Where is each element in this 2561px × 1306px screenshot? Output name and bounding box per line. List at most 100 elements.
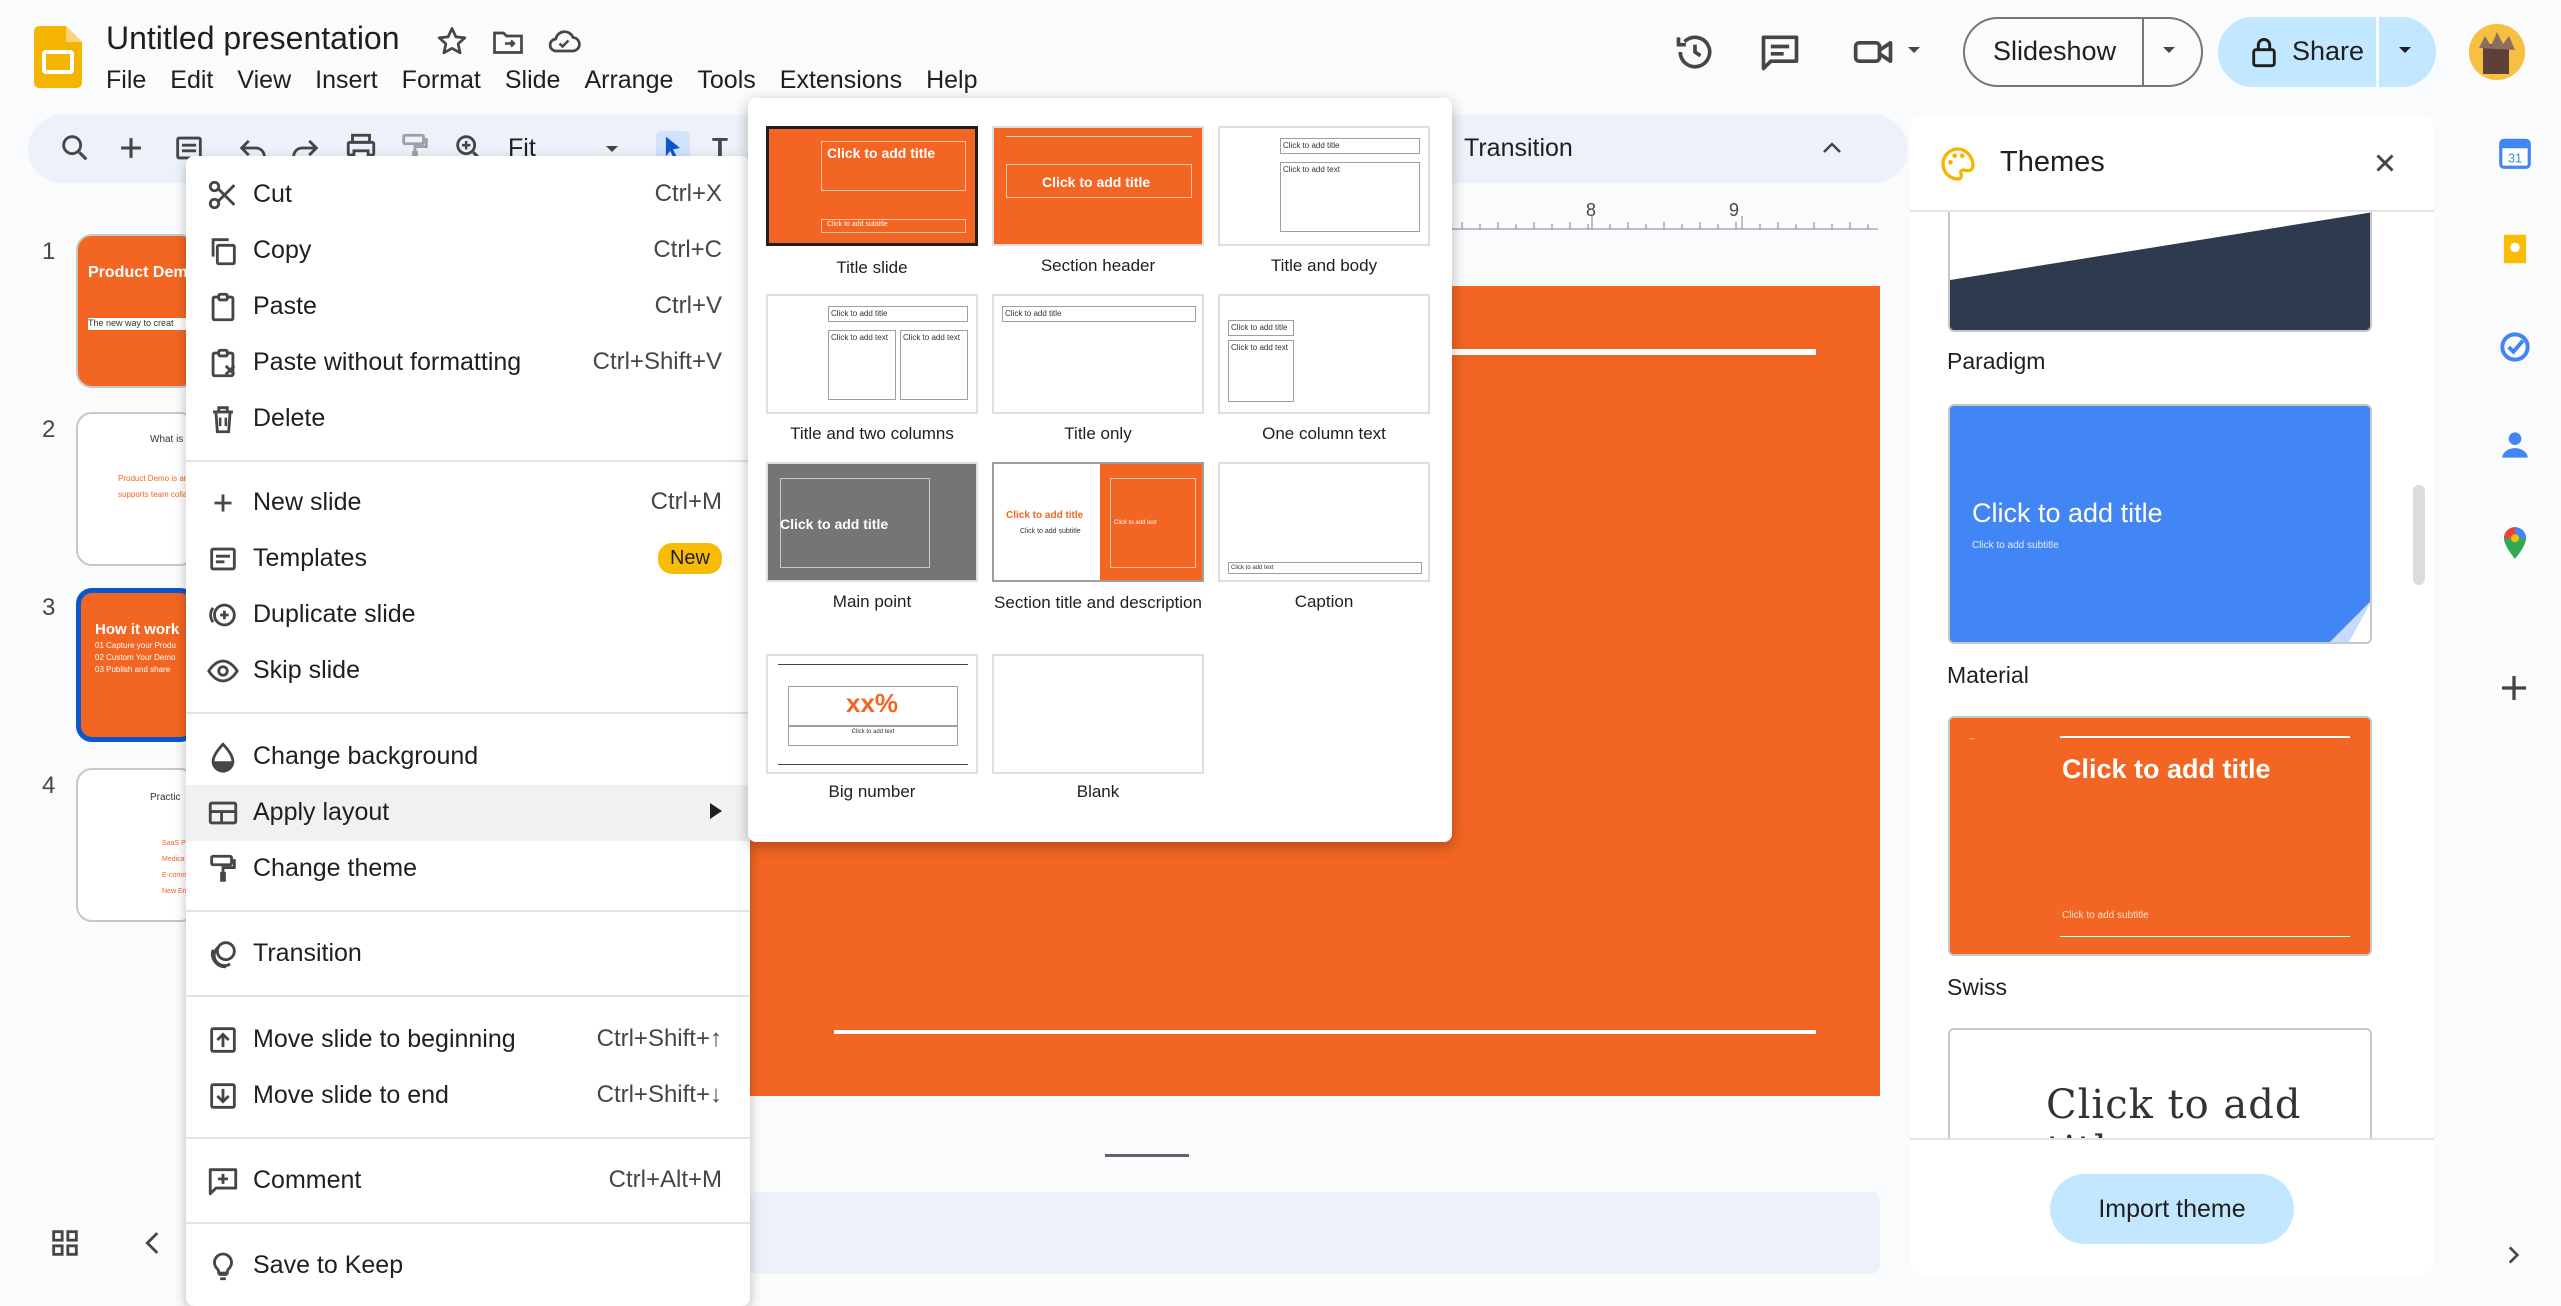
- theme-card-handwritten[interactable]: Click to add title: [1948, 1028, 2372, 1138]
- ruler-tick-9: 9: [1729, 200, 1740, 220]
- transition-button[interactable]: Transition: [1464, 134, 1573, 163]
- layout-title-two-columns[interactable]: Click to add title Click to add text Cli…: [766, 294, 978, 414]
- menu-templates[interactable]: Templates New: [186, 531, 750, 587]
- layout-section-title-description[interactable]: Click to add title Click to add subtitle…: [992, 462, 1204, 582]
- menu-view[interactable]: View: [225, 64, 303, 97]
- collapse-filmstrip-icon[interactable]: [136, 1226, 170, 1260]
- slide-thumbnail-1[interactable]: Product Dem The new way to creat: [76, 234, 196, 388]
- menu-separator: [186, 995, 750, 997]
- copy-icon: [206, 234, 240, 268]
- duplicate-icon: [206, 598, 240, 632]
- layout-blank[interactable]: [992, 654, 1204, 774]
- menu-separator: [186, 1137, 750, 1139]
- add-addon-icon[interactable]: [2496, 670, 2532, 706]
- menu-paste[interactable]: Paste Ctrl+V: [186, 279, 750, 335]
- share-options-icon[interactable]: [2396, 44, 2414, 56]
- move-down-icon: [206, 1079, 240, 1113]
- menu-separator: [186, 1222, 750, 1224]
- menu-arrange[interactable]: Arrange: [572, 64, 685, 97]
- layout-title-and-body[interactable]: Click to add title Click to add text: [1218, 126, 1430, 246]
- slide-2-title: What is: [150, 434, 184, 445]
- import-theme-button[interactable]: Import theme: [2050, 1174, 2294, 1244]
- layout-section-header[interactable]: Click to add title: [992, 126, 1204, 246]
- comments-icon[interactable]: [1758, 30, 1802, 74]
- menu-change-background[interactable]: Change background: [186, 729, 750, 785]
- slide-number-1: 1: [42, 238, 56, 265]
- slide-number-3: 3: [42, 594, 56, 621]
- menu-save-to-keep[interactable]: Save to Keep: [186, 1238, 750, 1294]
- slides-logo-icon[interactable]: [34, 26, 82, 88]
- layout-submenu: Click to add title Click to add subtitle…: [748, 98, 1452, 842]
- menu-help[interactable]: Help: [914, 64, 989, 97]
- grid-view-icon[interactable]: [48, 1226, 82, 1260]
- menu-slide[interactable]: Slide: [493, 64, 573, 97]
- theme-card-paradigm[interactable]: [1948, 212, 2372, 332]
- contacts-icon[interactable]: [2496, 426, 2534, 464]
- meet-dropdown-icon[interactable]: [1906, 44, 1922, 56]
- menu-file[interactable]: File: [106, 64, 158, 97]
- move-to-folder-icon[interactable]: [490, 24, 526, 60]
- meet-camera-icon[interactable]: [1852, 30, 1896, 74]
- menu-insert[interactable]: Insert: [303, 64, 390, 97]
- theme-card-material[interactable]: Click to add title Click to add subtitle: [1948, 404, 2372, 644]
- layout-one-column-text[interactable]: Click to add title Click to add text: [1218, 294, 1430, 414]
- menu-separator: [186, 910, 750, 912]
- slide-thumbnail-4[interactable]: Practic SaaS Pr Medica E-comm New Em: [76, 768, 196, 922]
- menu-cut[interactable]: Cut Ctrl+X: [186, 167, 750, 223]
- menu-comment[interactable]: Comment Ctrl+Alt+M: [186, 1153, 750, 1209]
- new-badge: New: [657, 543, 722, 574]
- slide-thumbnail-3[interactable]: How it work 01 Capture your Produ 02 Cus…: [76, 588, 196, 742]
- keep-icon[interactable]: [2496, 230, 2534, 268]
- menu-tools[interactable]: Tools: [685, 64, 767, 97]
- collapse-toolbar-icon[interactable]: [1820, 140, 1844, 156]
- menu-format[interactable]: Format: [390, 64, 493, 97]
- themes-scrollbar[interactable]: [2413, 485, 2425, 585]
- menu-move-to-end[interactable]: Move slide to end Ctrl+Shift+↓: [186, 1068, 750, 1124]
- layout-caption[interactable]: Click to add text: [1218, 462, 1430, 582]
- new-slide-plus-icon[interactable]: [114, 131, 148, 165]
- transition-icon: [206, 937, 240, 971]
- notes-resize-handle[interactable]: [1105, 1154, 1189, 1157]
- slideshow-options-icon[interactable]: [2160, 44, 2178, 56]
- move-up-icon: [206, 1023, 240, 1057]
- expand-side-panel-icon[interactable]: [2500, 1242, 2526, 1268]
- star-icon[interactable]: [434, 24, 470, 60]
- menu-duplicate-slide[interactable]: Duplicate slide: [186, 587, 750, 643]
- menu-copy[interactable]: Copy Ctrl+C: [186, 223, 750, 279]
- handwritten-title: Click to add title: [2046, 1082, 2302, 1138]
- speaker-notes-area[interactable]: [748, 1192, 1880, 1274]
- menu-move-to-beginning[interactable]: Move slide to beginning Ctrl+Shift+↑: [186, 1012, 750, 1068]
- menu-transition[interactable]: Transition: [186, 926, 750, 982]
- user-avatar[interactable]: [2469, 24, 2525, 80]
- palette-icon: [1938, 144, 1978, 184]
- material-subtitle: Click to add subtitle: [1972, 540, 2059, 551]
- document-title[interactable]: Untitled presentation: [106, 20, 400, 57]
- layout-main-point[interactable]: Click to add title: [766, 462, 978, 582]
- cloud-saved-icon[interactable]: [546, 24, 582, 60]
- menu-change-theme[interactable]: Change theme: [186, 841, 750, 897]
- search-menus-icon[interactable]: [58, 131, 92, 165]
- tasks-icon[interactable]: [2496, 328, 2534, 366]
- version-history-icon[interactable]: [1673, 30, 1717, 74]
- close-icon[interactable]: [2370, 148, 2400, 178]
- theme-card-swiss[interactable]: – Click to add title Click to add subtit…: [1948, 716, 2372, 956]
- menu-new-slide[interactable]: New slide Ctrl+M: [186, 475, 750, 531]
- menu-edit[interactable]: Edit: [158, 64, 225, 97]
- slide-thumbnail-2[interactable]: What is Product Demo is an in supports t…: [76, 412, 196, 566]
- zoom-dropdown-icon[interactable]: [604, 143, 620, 155]
- menu-paste-without-formatting[interactable]: Paste without formatting Ctrl+Shift+V: [186, 335, 750, 391]
- layout-big-number[interactable]: xx% Click to add text: [766, 654, 978, 774]
- layout-title-slide[interactable]: Click to add title Click to add subtitle: [766, 126, 978, 246]
- menu-extensions[interactable]: Extensions: [768, 64, 914, 97]
- layout-title-only[interactable]: Click to add title: [992, 294, 1204, 414]
- calendar-icon[interactable]: 31: [2496, 134, 2534, 172]
- menu-separator: [186, 712, 750, 714]
- slide-bottom-rule: [834, 1030, 1816, 1034]
- menu-apply-layout[interactable]: Apply layout: [186, 785, 750, 841]
- layout-label-title-and-body: Title and body: [1270, 256, 1378, 275]
- menu-delete[interactable]: Delete: [186, 391, 750, 447]
- maps-icon[interactable]: [2496, 524, 2534, 562]
- layout-label-blank: Blank: [1076, 782, 1120, 801]
- menu-skip-slide[interactable]: Skip slide: [186, 643, 750, 699]
- menu-bar: File Edit View Insert Format Slide Arran…: [106, 64, 990, 97]
